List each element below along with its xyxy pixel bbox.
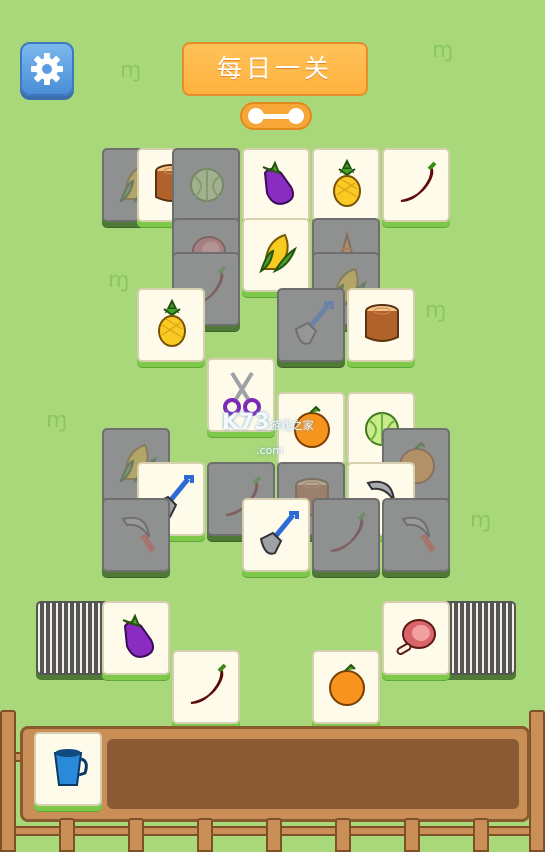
watermark-brand: K73 [222, 410, 270, 435]
board-tile-pineapple[interactable] [312, 148, 380, 222]
fence-post [128, 818, 144, 852]
chili-icon [400, 161, 437, 202]
fence-post [404, 818, 420, 852]
board-tile-sickle [102, 498, 170, 572]
board-tile-sickle [382, 498, 450, 572]
grass-decoration: ɱ [108, 268, 130, 293]
fence-post [197, 818, 213, 852]
shovel-icon [294, 301, 334, 345]
board-tile-corn[interactable] [242, 218, 310, 292]
side-tile-ham[interactable] [382, 601, 450, 675]
grass-decoration: ɱ [46, 408, 68, 433]
level-title: 每日一关 [182, 42, 368, 96]
corn-icon [259, 233, 297, 274]
board-tile-chili[interactable] [382, 148, 450, 222]
stump-icon [365, 304, 399, 342]
grass-decoration: ɱ [432, 38, 454, 63]
pineapple-icon [158, 299, 186, 347]
grass-decoration: ɱ [425, 298, 447, 323]
cup-icon [53, 749, 88, 786]
fence-post [473, 818, 489, 852]
fence-post [266, 818, 282, 852]
fence-post [335, 818, 351, 852]
ham-icon [396, 619, 436, 655]
grass-decoration: ɱ [470, 508, 492, 533]
eggplant-icon [262, 160, 294, 205]
pineapple-icon [333, 159, 361, 207]
board-tile-pineapple[interactable] [137, 288, 205, 362]
board-tile-shovel [277, 288, 345, 362]
watermark-domain: .com [256, 444, 283, 457]
board-tile-stump[interactable] [347, 288, 415, 362]
sickle-icon [121, 516, 156, 553]
board-tile-chili [312, 498, 380, 572]
board-tile-cabbage [172, 148, 240, 222]
board-tile-eggplant[interactable] [242, 148, 310, 222]
progress-indicator [240, 102, 312, 130]
chili-icon [330, 511, 367, 552]
side-tile-orange[interactable] [312, 650, 380, 724]
watermark-site: 游戏之家 [269, 419, 314, 432]
side-tile-chili[interactable] [172, 650, 240, 724]
gear-icon [31, 53, 63, 85]
cabbage-icon [190, 168, 224, 202]
watermark: K73游戏之家 .com [222, 410, 314, 460]
eggplant-icon [122, 613, 154, 658]
settings-button[interactable] [20, 42, 74, 96]
chili-icon [190, 663, 227, 704]
board-tile-shovel[interactable] [242, 498, 310, 572]
fence-post [0, 710, 16, 852]
sickle-icon [401, 516, 436, 553]
shovel-icon [259, 511, 299, 555]
fence-post [529, 710, 545, 852]
grass-decoration: ɱ [120, 58, 142, 83]
tray-slot-cup [34, 732, 102, 806]
fence-post [59, 818, 75, 852]
orange-icon [329, 663, 365, 706]
side-tile-eggplant[interactable] [102, 601, 170, 675]
